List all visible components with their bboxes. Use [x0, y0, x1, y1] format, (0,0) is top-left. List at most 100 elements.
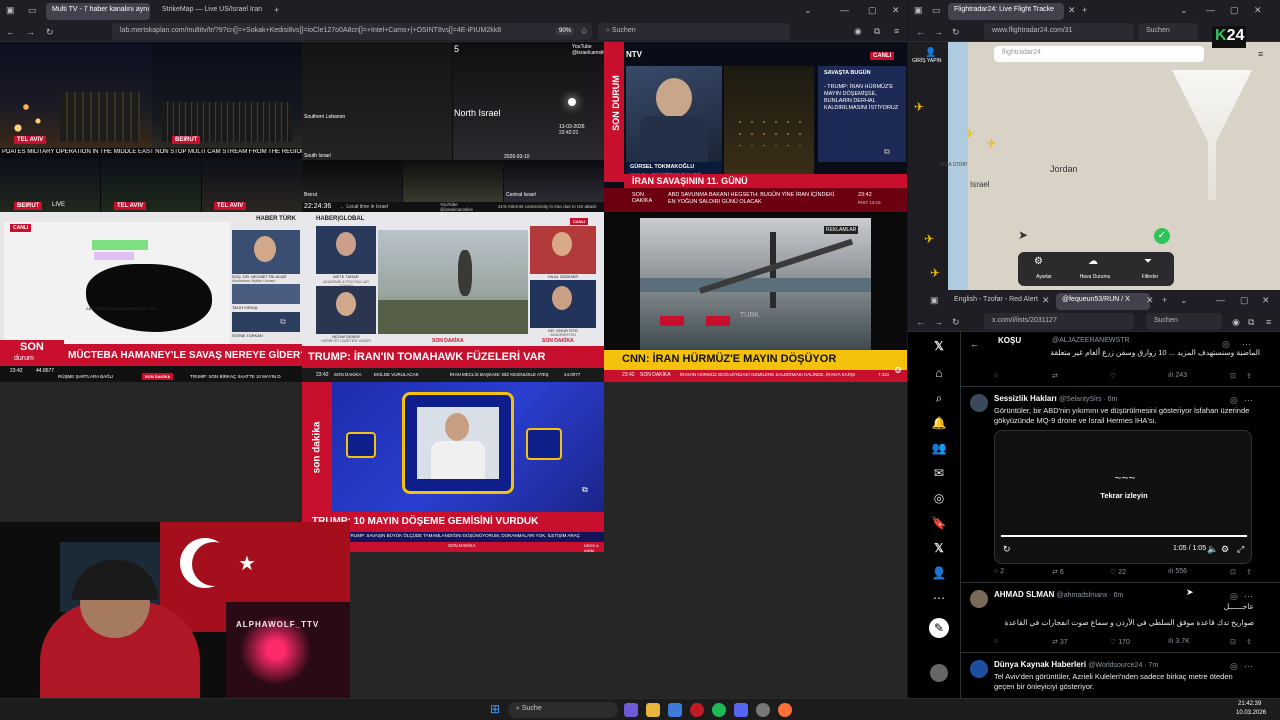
user-icon[interactable]: 👤 — [925, 48, 936, 57]
grok-icon[interactable]: ◎ — [931, 490, 947, 506]
close-icon[interactable]: ✕ — [1254, 6, 1262, 15]
back-icon[interactable]: ← — [916, 318, 925, 327]
close-icon[interactable]: ✕ — [892, 6, 900, 15]
tweet[interactable]: AHMAD SLMAN @ahmadslmanx · 6m عاجــــــل… — [994, 590, 1254, 628]
account-icon[interactable]: ◉ — [854, 27, 862, 36]
back-icon[interactable]: ← — [6, 28, 15, 37]
tool-label[interactable]: Hava Durumu — [1070, 274, 1120, 280]
tile-israel-cams[interactable]: 5 YouTube @israelcamslive North Israel S… — [302, 42, 604, 212]
zoom-badge[interactable]: 90% — [556, 27, 575, 35]
new-tab-icon[interactable]: + — [1082, 6, 1087, 15]
gear-icon[interactable]: ⚙ — [894, 366, 902, 375]
tab-x[interactable]: @fequeun53/RUN / X — [1056, 293, 1150, 310]
more-icon[interactable]: ⋯ — [1244, 396, 1253, 405]
menu-icon[interactable]: ≡ — [1258, 50, 1263, 59]
tab-strikemap[interactable]: StrikeMap — Live US/Israel Iran — [156, 3, 266, 20]
tweet-handle[interactable]: @SelantySlrs · 6m — [1059, 396, 1117, 403]
grok-icon[interactable]: ◎ — [1222, 340, 1230, 349]
airplane-icon[interactable]: ✈ — [930, 266, 940, 280]
retweet-icon[interactable]: ⇄ — [1052, 372, 1058, 380]
reply-icon[interactable]: ○ — [994, 372, 998, 379]
like-stat[interactable]: ♡ 170 — [1110, 638, 1130, 646]
chevron-down-icon[interactable]: ⌄ — [1180, 296, 1188, 305]
my-avatar[interactable] — [930, 664, 948, 682]
extensions-icon[interactable]: ⧉ — [874, 27, 880, 36]
tweet-author[interactable]: Dünya Kaynak Haberleri — [994, 660, 1086, 669]
menu-icon[interactable]: ≡ — [1266, 318, 1271, 327]
x-logo-icon[interactable]: 𝕏 — [931, 338, 947, 354]
tab-fr24[interactable]: Flightradar24: Live Flight Tracke — [948, 3, 1064, 20]
minimize-icon[interactable]: — — [840, 6, 849, 15]
premium-icon[interactable]: 𝕏 — [931, 540, 947, 556]
tile-multicam[interactable]: TEL AVIV BEIRUT PDATES MILITARY OPERATIO… — [0, 42, 302, 212]
forward-icon[interactable]: → — [934, 28, 943, 37]
retweet-stat[interactable]: ⇄ 37 — [1052, 638, 1068, 646]
messages-icon[interactable]: ✉ — [931, 465, 947, 481]
fullscreen-icon[interactable]: ⤢ — [1237, 545, 1244, 554]
location-badge-icon[interactable]: ✓ — [1154, 228, 1170, 244]
home-icon[interactable]: ⌂ — [931, 365, 947, 381]
airplane-icon[interactable]: ✈ — [924, 232, 934, 246]
post-icon[interactable]: ✎ — [929, 618, 949, 638]
bookmark-icon[interactable]: ⊡ — [1230, 372, 1236, 380]
tab-tzofar[interactable]: English - Tzofar - Red Alert — [948, 293, 1044, 310]
views-stat[interactable]: ılı 556 — [1168, 568, 1187, 575]
airplane-icon[interactable]: ✈ — [914, 100, 924, 114]
minimize-icon[interactable]: — — [1216, 296, 1225, 305]
volume-icon[interactable]: 🔈 — [1207, 545, 1218, 554]
maximize-icon[interactable]: ▢ — [868, 6, 877, 15]
filter-icon[interactable]: ⏷ — [1144, 256, 1152, 267]
pip-icon[interactable]: ⧉ — [884, 148, 890, 156]
account-icon[interactable]: ◉ — [1232, 318, 1240, 327]
forward-icon[interactable]: → — [934, 318, 943, 327]
tweet[interactable]: Sessizlik Hakları @SelantySlrs · 6m Görü… — [994, 394, 1254, 426]
views-stat[interactable]: ılı 243 — [1168, 372, 1187, 379]
locate-icon[interactable]: ➤ — [1018, 228, 1028, 242]
views-stat[interactable]: ılı 3.7K — [1168, 638, 1190, 645]
tweet-author[interactable]: AHMAD SLMAN — [994, 590, 1054, 599]
firefox-icon[interactable] — [778, 703, 792, 717]
login-button[interactable]: GİRİŞ YAPIN — [912, 58, 942, 64]
more-icon[interactable]: ⋯ — [1244, 592, 1253, 601]
chevron-down-icon[interactable]: ⌄ — [804, 6, 812, 15]
file-explorer-icon[interactable] — [646, 703, 660, 717]
opera-icon[interactable] — [690, 703, 704, 717]
tweet-handle[interactable]: @Worldsource24 · 7m — [1088, 662, 1158, 669]
grok-icon[interactable]: ◎ — [1230, 396, 1238, 405]
like-stat[interactable]: ♡ 22 — [1110, 568, 1126, 576]
back-icon[interactable]: ← — [916, 28, 925, 37]
replay-label[interactable]: Tekrar izleyin — [1083, 491, 1165, 500]
taskbar-search[interactable]: ⌕ Suche — [508, 702, 618, 718]
back-icon[interactable]: ← — [970, 340, 979, 349]
maximize-icon[interactable]: ▢ — [1240, 296, 1249, 305]
tweet-author[interactable]: Sessizlik Hakları — [994, 394, 1057, 403]
reply-icon[interactable]: ○ — [994, 638, 998, 645]
grok-icon[interactable]: ◎ — [1230, 662, 1238, 671]
share-icon[interactable]: ⇪ — [1246, 372, 1252, 380]
fr24-search[interactable]: flightradar24 — [994, 46, 1204, 62]
reload-icon[interactable]: ↻ — [952, 28, 960, 37]
menu-icon[interactable]: ≡ — [894, 27, 899, 36]
maximize-icon[interactable]: ▢ — [1230, 6, 1239, 15]
tile-haberturk[interactable]: CANLI HABER TÜRK DOÇ. DR. NECMETTİN ACAR… — [0, 212, 302, 382]
follow-icon[interactable]: 👥 — [931, 440, 947, 456]
tab-close-icon[interactable]: ✕ — [1068, 6, 1076, 15]
url-bar[interactable]: lab.mertskaplan.com/multitv/tr/?9?cn[]=+… — [112, 23, 592, 40]
more-icon[interactable]: ⋯ — [1244, 662, 1253, 671]
airplane-icon[interactable]: ✈ — [986, 136, 997, 152]
bookmarks-icon[interactable]: 🔖 — [931, 515, 947, 531]
share-icon[interactable]: ⇪ — [1246, 568, 1252, 576]
tab-close-icon[interactable]: ✕ — [1146, 296, 1154, 305]
retweet-stat[interactable]: ⇄ 6 — [1052, 568, 1064, 576]
replay-icon[interactable]: ↻ — [1003, 545, 1011, 554]
tweet-avatar[interactable] — [970, 590, 988, 608]
tab-list-icon[interactable]: ▣ — [914, 6, 923, 15]
search-input[interactable]: Suchen — [1138, 23, 1198, 40]
extensions-icon[interactable]: ⧉ — [1248, 318, 1254, 327]
tweet[interactable]: Dünya Kaynak Haberleri @Worldsource24 · … — [994, 660, 1244, 692]
minimize-icon[interactable]: — — [1206, 6, 1215, 15]
url-bar[interactable]: www.flightradar24.com/31 — [984, 23, 1134, 40]
reply-stat[interactable]: ○ 2 — [994, 568, 1004, 575]
url-bar[interactable]: x.com/i/lists/2031127 — [984, 313, 1134, 330]
obs-icon[interactable] — [756, 703, 770, 717]
